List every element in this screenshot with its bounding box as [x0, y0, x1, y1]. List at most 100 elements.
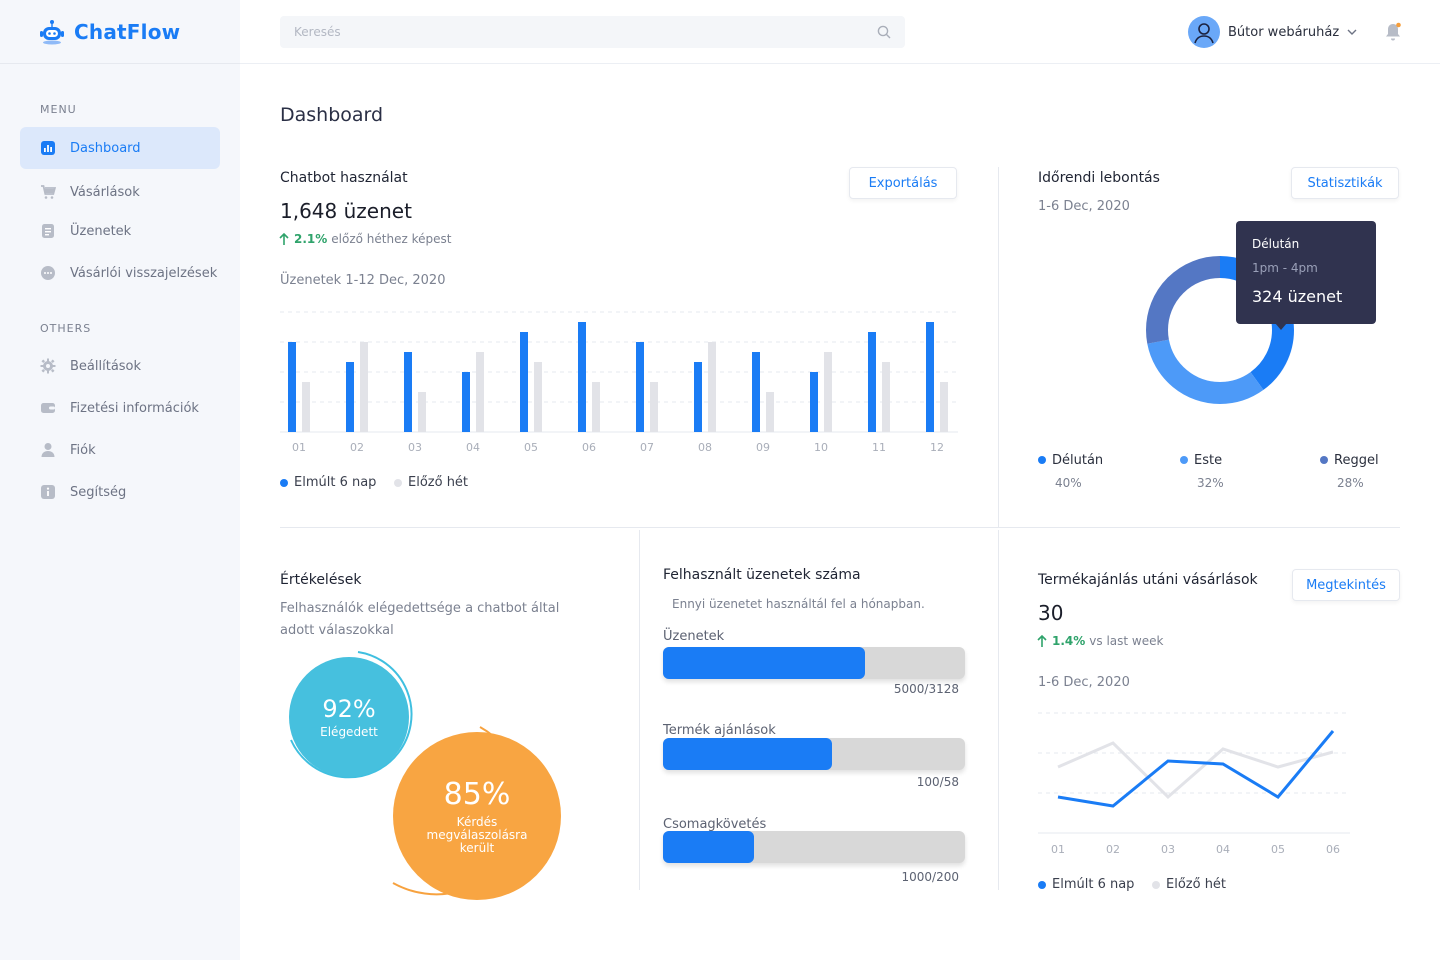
legend-dot [1038, 456, 1046, 464]
legend-label: Előző hét [1166, 877, 1227, 892]
x-tick-label: 02 [350, 441, 364, 454]
arrow-up-icon [1037, 634, 1047, 647]
bar [418, 392, 426, 432]
bar [752, 352, 760, 432]
bar [650, 382, 658, 432]
x-tick-label: 03 [408, 441, 422, 454]
statistics-button[interactable]: Statisztikák [1291, 167, 1399, 199]
chat-bubble-icon [40, 265, 56, 281]
ratings-title: Értékelések [280, 572, 362, 588]
export-button[interactable]: Exportálás [849, 167, 957, 199]
usage-range: Üzenetek 1-12 Dec, 2020 [280, 273, 446, 288]
bar [476, 352, 484, 432]
x-tick-label: 05 [1271, 843, 1285, 856]
legend-current: Elmúlt 6 nap [280, 475, 376, 490]
sidebar: ChatFlow MENU Dashboard Vásárlások Üzene… [0, 0, 240, 960]
chevron-down-icon [1347, 29, 1357, 35]
usage-title: Chatbot használat [280, 170, 408, 186]
sidebar-item-help[interactable]: Segítség [20, 471, 220, 513]
x-tick-label: 06 [1326, 843, 1340, 856]
logo[interactable]: ChatFlow [38, 16, 180, 48]
wallet-icon [40, 400, 56, 416]
user-name: Bútor webáruház [1228, 24, 1340, 40]
bar [288, 342, 296, 432]
cart-icon [40, 184, 56, 200]
recommend-line-chart: 01 02 03 04 05 06 [1038, 712, 1350, 856]
sidebar-item-dashboard[interactable]: Dashboard [20, 127, 220, 169]
progress-label-recommendations: Termék ajánlások [663, 723, 776, 738]
legend-dot [1180, 456, 1188, 464]
series-line [1057, 730, 1335, 808]
bar [708, 342, 716, 432]
progress-label-messages: Üzenetek [663, 629, 725, 644]
sidebar-item-settings[interactable]: Beállítások [20, 345, 220, 387]
donut-legend-morning: Reggel 28% [1320, 453, 1379, 490]
user-menu[interactable]: Bútor webáruház [1188, 16, 1357, 48]
x-tick-label: 11 [872, 441, 886, 454]
bar [926, 322, 934, 432]
divider [998, 167, 999, 527]
sidebar-item-account[interactable]: Fiók [20, 429, 220, 471]
tooltip-value: 324 üzenet [1252, 287, 1343, 306]
legend-percent: 40% [1055, 476, 1082, 490]
bar [636, 342, 644, 432]
sidebar-item-messages[interactable]: Üzenetek [20, 210, 220, 252]
bar [578, 322, 586, 432]
progress-fill [663, 647, 866, 679]
answered-circle: 85% Kérdés megválaszolásra került [393, 732, 561, 900]
recommend-trend: 1.4% vs last week [1036, 634, 1163, 648]
search-icon[interactable] [877, 25, 891, 39]
progress-value-messages: 5000/3128 [893, 682, 959, 696]
app-name: ChatFlow [74, 20, 181, 44]
x-tick-label: 07 [640, 441, 654, 454]
legend-label: Reggel [1334, 453, 1379, 468]
search-bar[interactable] [280, 16, 905, 48]
x-tick-label: 12 [930, 441, 944, 454]
timeline-title: Időrendi lebontás [1038, 170, 1160, 186]
header-divider [240, 63, 1440, 64]
message-icon [40, 223, 56, 239]
bar [404, 352, 412, 432]
avatar [1188, 16, 1220, 48]
x-tick-label: 10 [814, 441, 828, 454]
bar [766, 392, 774, 432]
progress-bar-messages [663, 647, 965, 679]
arrow-up-icon [279, 232, 289, 245]
usage-bar-chart: 01 02 03 04 05 06 07 08 09 10 11 12 [280, 311, 958, 454]
sidebar-item-payment[interactable]: Fizetési információk [20, 387, 220, 429]
legend-label: Este [1194, 453, 1223, 468]
bar [534, 362, 542, 432]
sidebar-item-feedback[interactable]: Vásárlói visszajelzések [20, 252, 220, 294]
sidebar-item-label: Fiók [70, 442, 96, 458]
ratings-desc-2: adott válaszokkal [280, 623, 394, 638]
bar [824, 352, 832, 432]
trend-text: vs last week [1089, 634, 1164, 648]
search-input[interactable] [294, 25, 877, 39]
view-button[interactable]: Megtekintés [1292, 569, 1400, 601]
sidebar-item-purchases[interactable]: Vásárlások [20, 171, 220, 213]
answered-value: 85% [443, 777, 511, 812]
bar [592, 382, 600, 432]
menu-section-label: MENU [40, 103, 77, 116]
bar [868, 332, 876, 432]
donut-legend-evening: Este 32% [1180, 453, 1224, 490]
progress-value-tracking: 1000/200 [901, 870, 960, 884]
recommend-total: 30 [1038, 601, 1064, 625]
tooltip-time: 1pm - 4pm [1252, 261, 1318, 275]
page-title: Dashboard [280, 104, 384, 126]
bar [882, 362, 890, 432]
divider [280, 527, 1400, 528]
satisfaction-label: Elégedett [320, 725, 378, 739]
sidebar-item-label: Beállítások [70, 358, 142, 374]
legend-label: Elmúlt 6 nap [1052, 877, 1135, 892]
others-section-label: OTHERS [40, 322, 92, 335]
legend-dot [1152, 880, 1160, 889]
notification-bell-icon[interactable] [1384, 22, 1402, 42]
legend-dot [1038, 880, 1046, 889]
legend-percent: 28% [1337, 476, 1364, 490]
answered-label-3: került [459, 841, 495, 855]
x-tick-label: 02 [1106, 843, 1120, 856]
trend-percent: 1.4% [1052, 634, 1086, 648]
usage-trend: 2.1% előző héthez képest [278, 232, 451, 246]
divider [0, 63, 240, 64]
